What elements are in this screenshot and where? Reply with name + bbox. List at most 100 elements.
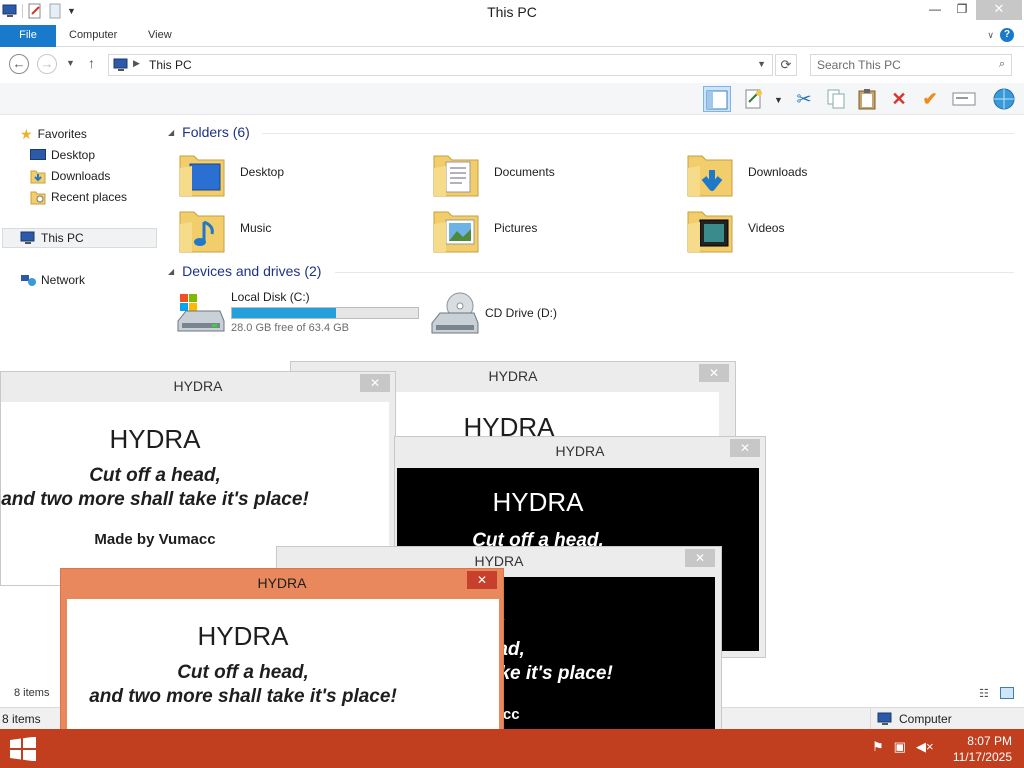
hydra-message-line1: Cut off a head, xyxy=(177,662,309,683)
hydra-heading: HYDRA xyxy=(109,424,201,454)
tab-view[interactable]: View xyxy=(138,25,182,47)
documents-folder-icon xyxy=(433,155,479,197)
folder-label: Desktop xyxy=(240,165,285,179)
sidebar-item-label: Recent places xyxy=(51,190,128,204)
recent-places-icon xyxy=(30,191,46,205)
hard-drive-icon xyxy=(177,294,225,332)
hydra-close-button[interactable]: ✕ xyxy=(360,374,390,392)
music-folder-icon xyxy=(179,211,225,253)
collapse-chevron-icon[interactable]: ◢ xyxy=(168,128,174,137)
group-divider xyxy=(262,133,1014,134)
ribbon-tabs: File Computer View ∨ ? xyxy=(0,25,1024,47)
cut-icon[interactable]: ✂ xyxy=(790,86,818,112)
sidebar-item-label: Downloads xyxy=(51,169,111,183)
copy-icon[interactable] xyxy=(822,86,850,112)
search-icon[interactable]: ⌕ xyxy=(999,58,1005,71)
rename-icon[interactable] xyxy=(950,86,978,112)
properties-dropdown-icon[interactable]: ▼ xyxy=(774,95,783,105)
toolbar: ▼ ✂ ✕ ✔ xyxy=(0,83,1024,115)
sidebar-item-recent-places[interactable]: Recent places xyxy=(30,187,127,207)
taskbar: ⚑ ▣ ◀× 8:07 PM 11/17/2025 xyxy=(0,729,1024,768)
hydra-message-line2: and two more shall take it's place! xyxy=(1,489,309,510)
back-button[interactable]: ← xyxy=(9,54,29,74)
hydra-close-button[interactable]: ✕ xyxy=(699,364,729,382)
network-icon xyxy=(21,275,36,286)
minimize-button[interactable]: — xyxy=(920,0,950,20)
folders-group-header[interactable]: ◢ Folders (6) xyxy=(168,124,250,140)
hydra-message-line1: Cut off a head, xyxy=(89,465,221,486)
help-icon[interactable]: ? xyxy=(1000,28,1014,42)
search-box[interactable]: ⌕ xyxy=(810,54,1012,76)
devices-group-header[interactable]: ◢ Devices and drives (2) xyxy=(168,263,321,279)
sidebar-item-favorites[interactable]: ★ Favorites xyxy=(20,124,87,144)
hydra-close-button[interactable]: ✕ xyxy=(467,571,497,589)
sidebar-item-label: Desktop xyxy=(51,148,96,162)
pictures-folder-icon xyxy=(433,211,479,253)
hydra-window-title: HYDRA xyxy=(173,378,223,394)
clock[interactable]: 8:07 PM 11/17/2025 xyxy=(953,733,1012,765)
folder-videos[interactable]: Videos xyxy=(686,204,926,256)
clock-date: 11/17/2025 xyxy=(952,750,1012,764)
sidebar-item-network[interactable]: Network xyxy=(20,270,85,290)
downloads-folder-icon xyxy=(687,155,733,197)
sidebar-item-label: Favorites xyxy=(37,127,87,141)
globe-icon[interactable] xyxy=(990,86,1018,112)
computer-icon xyxy=(877,712,892,725)
checkmark-icon[interactable]: ✔ xyxy=(916,86,944,112)
sidebar-item-downloads[interactable]: Downloads xyxy=(30,166,110,186)
search-input[interactable] xyxy=(817,57,987,73)
sidebar-item-label: Network xyxy=(41,273,86,287)
folder-label: Pictures xyxy=(494,221,538,235)
sidebar-item-desktop[interactable]: Desktop xyxy=(30,145,95,165)
tab-computer[interactable]: Computer xyxy=(59,25,127,47)
close-button[interactable]: ✕ xyxy=(976,0,1022,20)
paste-icon[interactable] xyxy=(853,86,881,112)
sidebar-item-this-pc[interactable]: This PC xyxy=(2,228,157,248)
folder-pictures[interactable]: Pictures xyxy=(432,204,672,256)
computer-icon xyxy=(113,58,128,71)
drive-cd[interactable]: CD Drive (D:) xyxy=(430,289,630,341)
drive-label: CD Drive (D:) xyxy=(485,306,557,320)
breadcrumb-chevron-icon[interactable]: ▶ xyxy=(133,58,140,69)
properties-icon[interactable] xyxy=(740,86,768,112)
folder-label: Documents xyxy=(494,165,555,179)
system-tray: ⚑ ▣ ◀× xyxy=(872,739,934,755)
hydra-close-button[interactable]: ✕ xyxy=(730,439,760,457)
address-bar[interactable]: ▶ This PC ▼ xyxy=(108,54,773,76)
delete-icon[interactable]: ✕ xyxy=(885,86,913,112)
downloads-icon xyxy=(30,170,46,184)
network-icon[interactable]: ▣ xyxy=(894,739,906,755)
details-pane-icon[interactable] xyxy=(703,86,731,112)
drive-local-disk[interactable]: Local Disk (C:) 28.0 GB free of 63.4 GB xyxy=(176,289,436,341)
hydra-close-button[interactable]: ✕ xyxy=(685,549,715,567)
item-count: 8 items xyxy=(14,687,50,699)
forward-button[interactable]: → xyxy=(37,54,57,74)
action-center-flag-icon[interactable]: ⚑ xyxy=(872,739,884,755)
folder-label: Downloads xyxy=(748,165,808,179)
folder-desktop[interactable]: Desktop xyxy=(178,148,418,200)
folder-music[interactable]: Music xyxy=(178,204,418,256)
clock-time: 8:07 PM xyxy=(967,734,1012,748)
folder-documents[interactable]: Documents xyxy=(432,148,672,200)
refresh-button[interactable]: ⟳ xyxy=(775,54,797,76)
folder-downloads[interactable]: Downloads xyxy=(686,148,926,200)
drive-usage-bar xyxy=(231,307,419,319)
details-view-icon[interactable]: ☷ xyxy=(979,687,989,700)
collapse-chevron-icon[interactable]: ◢ xyxy=(168,267,174,276)
hydra-message-line2: and two more shall take it's place! xyxy=(89,686,397,707)
window-title: This PC xyxy=(487,4,537,20)
address-dropdown-icon[interactable]: ▼ xyxy=(757,59,766,69)
tab-file[interactable]: File xyxy=(0,25,56,47)
large-icons-view-icon[interactable] xyxy=(1000,687,1014,699)
start-button[interactable] xyxy=(8,737,38,761)
folder-label: Videos xyxy=(748,221,785,235)
recent-locations-icon[interactable]: ▼ xyxy=(66,58,75,68)
expand-ribbon-icon[interactable]: ∨ xyxy=(987,30,994,41)
up-arrow-icon[interactable]: ↑ xyxy=(88,55,95,71)
hydra-heading: HYDRA xyxy=(492,487,584,517)
volume-icon[interactable]: ◀× xyxy=(916,739,934,755)
maximize-button[interactable]: ❐ xyxy=(947,0,977,20)
breadcrumb[interactable]: This PC xyxy=(149,58,192,72)
sidebar-item-label: This PC xyxy=(41,231,84,245)
devices-group-label: Devices and drives (2) xyxy=(182,263,322,279)
